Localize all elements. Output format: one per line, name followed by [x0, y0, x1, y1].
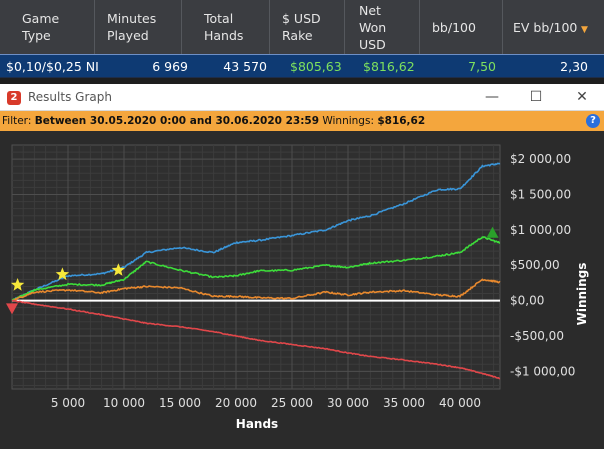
y-tick-label: $0,00 — [510, 294, 544, 308]
header-total-hands[interactable]: Total Hands — [182, 0, 270, 54]
filter-text: Filter: Between 30.05.2020 0:00 and 30.0… — [2, 111, 425, 131]
maximize-icon: ☐ — [529, 89, 543, 105]
help-icon[interactable]: ? — [586, 114, 600, 128]
header-label: Game Type — [22, 11, 60, 43]
window-title-bar[interactable]: 2 Results Graph — ☐ ✕ — [0, 84, 604, 111]
x-tick-label: 25 000 — [271, 396, 313, 410]
cell-bb100: 7,50 — [468, 59, 496, 74]
header-ev-bb100[interactable]: EV bb/100 ▼ — [503, 0, 604, 54]
maximize-button[interactable]: ☐ — [522, 86, 550, 108]
x-tick-label: 35 000 — [383, 396, 425, 410]
y-tick-label: $1 500,00 — [510, 188, 571, 202]
filter-winnings-value: $816,62 — [377, 115, 426, 127]
filter-label: Filter: — [2, 115, 32, 127]
header-label: bb/100 — [432, 19, 476, 35]
y-tick-label: -$500,00 — [510, 329, 564, 343]
x-tick-label: 30 000 — [327, 396, 369, 410]
filter-winnings-label: Winnings: — [322, 115, 374, 127]
minimize-button[interactable]: — — [478, 86, 506, 108]
y-tick-label: $1 000,00 — [510, 223, 571, 237]
y-tick-label: $2 000,00 — [510, 152, 571, 166]
stats-table-row[interactable]: $0,10/$0,25 NI 6 969 43 570 $805,63 $816… — [0, 54, 604, 78]
close-button[interactable]: ✕ — [568, 86, 596, 108]
y-tick-label: -$1 000,00 — [510, 364, 575, 378]
header-minutes-played[interactable]: Minutes Played — [95, 0, 182, 54]
cell-rake: $805,63 — [290, 59, 342, 74]
y-axis-label: Winnings — [575, 263, 589, 326]
cell-net-won: $816,62 — [363, 59, 415, 74]
header-rake[interactable]: $ USD Rake — [270, 0, 345, 54]
header-bb100[interactable]: bb/100 — [420, 0, 503, 54]
x-axis-label: Hands — [236, 417, 278, 431]
x-tick-label: 10 000 — [103, 396, 145, 410]
x-tick-label: 40 000 — [439, 396, 481, 410]
header-game-type[interactable]: Game Type — [0, 0, 95, 54]
y-tick-label: $500,00 — [510, 258, 560, 272]
x-tick-label: 5 000 — [51, 396, 85, 410]
filter-range: Between 30.05.2020 0:00 and 30.06.2020 2… — [34, 115, 320, 127]
filter-bar: Filter: Between 30.05.2020 0:00 and 30.0… — [0, 111, 604, 131]
sort-desc-icon: ▼ — [581, 25, 588, 35]
stats-table-header: Game Type Minutes Played Total Hands $ U… — [0, 0, 604, 54]
cell-ev-bb100: 2,30 — [560, 59, 588, 74]
app-logo-icon: 2 — [7, 91, 21, 105]
header-label: Total Hands — [204, 11, 244, 43]
header-label: Minutes Played — [107, 11, 157, 43]
results-graph: 5 000 10 000 15 000 20 000 25 000 30 000 35 00… — [0, 131, 604, 449]
header-label: EV bb/100 — [513, 19, 578, 35]
minimize-icon: — — [485, 89, 499, 105]
window-title: Results Graph — [28, 90, 112, 104]
cell-game-type: $0,10/$0,25 NI — [6, 59, 99, 74]
header-net-won[interactable]: Net Won USD — [345, 0, 420, 54]
cell-total-hands: 43 570 — [223, 59, 267, 74]
x-tick-label: 20 000 — [215, 396, 257, 410]
x-tick-label: 15 000 — [159, 396, 201, 410]
header-label: Net Won USD — [359, 2, 387, 52]
close-icon: ✕ — [576, 89, 588, 105]
grid — [11, 144, 501, 390]
cell-minutes-played: 6 969 — [152, 59, 188, 74]
header-label: $ USD Rake — [282, 11, 321, 43]
